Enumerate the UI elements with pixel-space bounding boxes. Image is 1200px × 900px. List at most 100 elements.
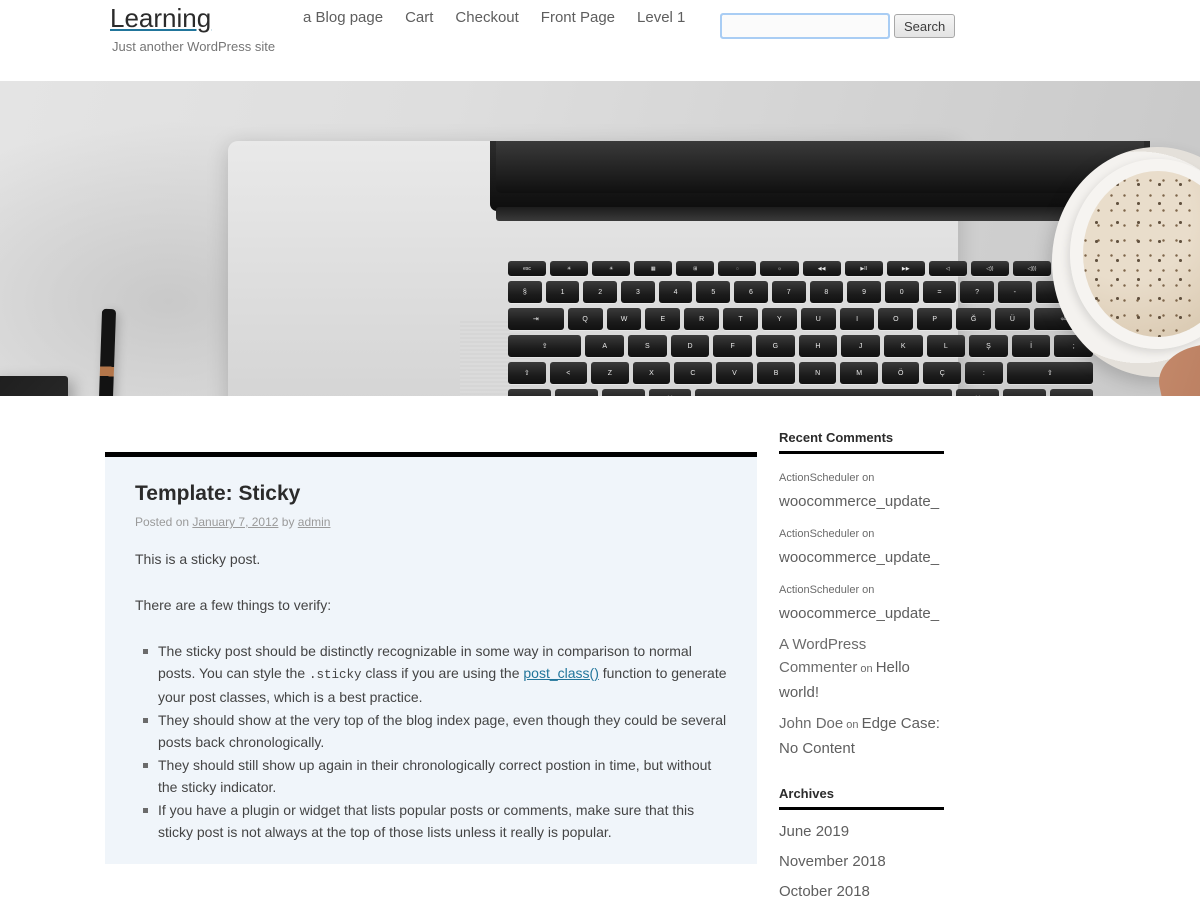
key-tab: ⇥: [508, 308, 564, 330]
key-fn: [508, 389, 551, 396]
key-e: E: [645, 308, 681, 330]
comment-author: ActionScheduler: [779, 472, 860, 484]
post-meta: Posted on January 7, 2012 by admin: [135, 514, 727, 530]
key-1: 1: [545, 281, 580, 303]
key-d: D: [670, 335, 710, 357]
key-f5: ◌: [718, 261, 757, 276]
key-question: ?: [960, 281, 994, 303]
comment-on-label: on: [843, 719, 862, 731]
comment-on-label: on: [859, 528, 875, 540]
post-class-link[interactable]: post_class(): [523, 665, 598, 681]
bullet-text-part-2: class if you are using the: [361, 665, 524, 681]
key-a: A: [585, 335, 625, 357]
search-submit-button[interactable]: Search: [894, 14, 956, 38]
keyboard-row-function: esc ☀ ☀ ▦ ⊞ ◌ ☼ ◀◀ ▶II ▶▶ ◁ ◁)) ◁))) ⏻: [508, 261, 1094, 276]
key-s: S: [628, 335, 667, 357]
key-w: W: [606, 308, 642, 330]
comment-post-link[interactable]: woocommerce_update_: [779, 549, 939, 566]
post-paragraph-1: This is a sticky post.: [135, 551, 261, 567]
comment-post-link[interactable]: woocommerce_update_: [779, 493, 939, 510]
key-asterisk: =: [922, 281, 957, 303]
widget-title-archives: Archives: [779, 786, 944, 810]
key-less-than: <: [549, 362, 588, 384]
site-title-link[interactable]: Learning: [110, 3, 211, 33]
list-item: ActionScheduler on woocommerce_update_: [779, 577, 944, 625]
nav-item-cart[interactable]: Cart: [405, 8, 433, 28]
key-i-dotted: İ: [1011, 335, 1051, 357]
search-input[interactable]: [720, 13, 890, 39]
key-command-left: ⌘: [648, 389, 692, 396]
key-k: K: [883, 335, 923, 357]
site-description: Just another WordPress site: [112, 39, 276, 54]
key-shift-left: ⇧: [508, 362, 546, 384]
post-author-link[interactable]: admin: [298, 515, 331, 529]
key-j: J: [841, 335, 880, 357]
post-title[interactable]: Template: Sticky: [135, 481, 727, 507]
key-c: C: [674, 362, 712, 384]
key-6: 6: [734, 281, 768, 303]
key-o-umlaut: Ö: [881, 362, 920, 384]
key-g-breve: Ğ: [956, 308, 992, 330]
key-control: [554, 389, 598, 396]
key-n: N: [798, 362, 837, 384]
key-shift-right: ⇧: [1006, 362, 1093, 384]
archive-link-november-2018[interactable]: November 2018: [779, 853, 886, 870]
widget-archives: Archives June 2019 November 2018 October…: [779, 786, 944, 900]
archive-link-june-2019[interactable]: June 2019: [779, 823, 849, 840]
comment-author: ActionScheduler: [779, 584, 860, 596]
list-item: ActionScheduler on woocommerce_update_: [779, 521, 944, 569]
key-9: 9: [847, 281, 881, 303]
key-f10: ◁: [928, 261, 967, 276]
key-f: F: [713, 335, 752, 357]
key-f8: ▶II: [844, 261, 883, 276]
list-item[interactable]: October 2018: [779, 881, 944, 900]
nav-link-cart[interactable]: Cart: [405, 9, 433, 26]
key-5: 5: [696, 281, 731, 303]
nav-link-blog-page[interactable]: a Blog page: [303, 9, 383, 26]
key-x: X: [632, 362, 671, 384]
comment-on-label: on: [859, 472, 875, 484]
post-content: This is a sticky post. There are a few t…: [135, 548, 727, 843]
key-c-cedilla: Ç: [923, 362, 962, 384]
post-meta-posted-on: Posted on: [135, 515, 193, 529]
bullet-text-part-1: They should still show up again in their…: [158, 757, 712, 795]
keyboard-row-space: ⌥ ⌘ ⌘ ⌥ ▲: [508, 389, 1093, 396]
widget-title-recent-comments: Recent Comments: [779, 430, 944, 454]
nav-item-front-page[interactable]: Front Page: [541, 8, 615, 28]
nav-link-checkout[interactable]: Checkout: [455, 9, 518, 26]
key-m: M: [840, 362, 878, 384]
keyboard-row-asdf: ⇪ A S D F G H J K L Ş İ ;: [508, 335, 1094, 357]
key-f12: ◁))): [1012, 261, 1052, 276]
archive-link-october-2018[interactable]: October 2018: [779, 883, 870, 900]
nav-link-front-page[interactable]: Front Page: [541, 9, 615, 26]
site-title: Learning: [110, 2, 275, 34]
list-item[interactable]: June 2019: [779, 821, 944, 843]
comment-post-link[interactable]: woocommerce_update_: [779, 605, 939, 622]
nav-link-level-1[interactable]: Level 1: [637, 9, 685, 26]
sidebar: Recent Comments ActionScheduler on wooco…: [779, 430, 944, 900]
key-y: Y: [761, 308, 797, 330]
key-3: 3: [621, 281, 655, 303]
key-f3: ▦: [634, 261, 673, 276]
key-f6: ☼: [760, 261, 799, 276]
list-item: They should still show up again in their…: [143, 754, 727, 798]
key-s-cedilla: Ş: [969, 335, 1008, 357]
nav-item-checkout[interactable]: Checkout: [455, 8, 518, 28]
comment-on-label: on: [857, 663, 876, 675]
notebook-object: [0, 376, 68, 396]
site-header: Learning Just another WordPress site a B…: [0, 0, 1200, 81]
key-option-left: ⌥: [601, 389, 645, 396]
list-item[interactable]: November 2018: [779, 851, 944, 873]
key-7: 7: [771, 281, 806, 303]
key-8: 8: [809, 281, 844, 303]
list-item: ActionScheduler on woocommerce_update_: [779, 465, 944, 513]
nav-item-level-1[interactable]: Level 1: [637, 8, 685, 28]
key-command-right: ⌘: [956, 389, 1000, 396]
key-o: O: [878, 308, 914, 330]
nav-item-blog-page[interactable]: a Blog page: [303, 8, 383, 28]
key-p: P: [917, 308, 953, 330]
list-item: John Doe on Edge Case: No Content: [779, 712, 944, 760]
list-item: If you have a plugin or widget that list…: [143, 799, 727, 843]
post-date-link[interactable]: January 7, 2012: [192, 515, 278, 529]
key-u-umlaut: Ü: [995, 308, 1030, 330]
